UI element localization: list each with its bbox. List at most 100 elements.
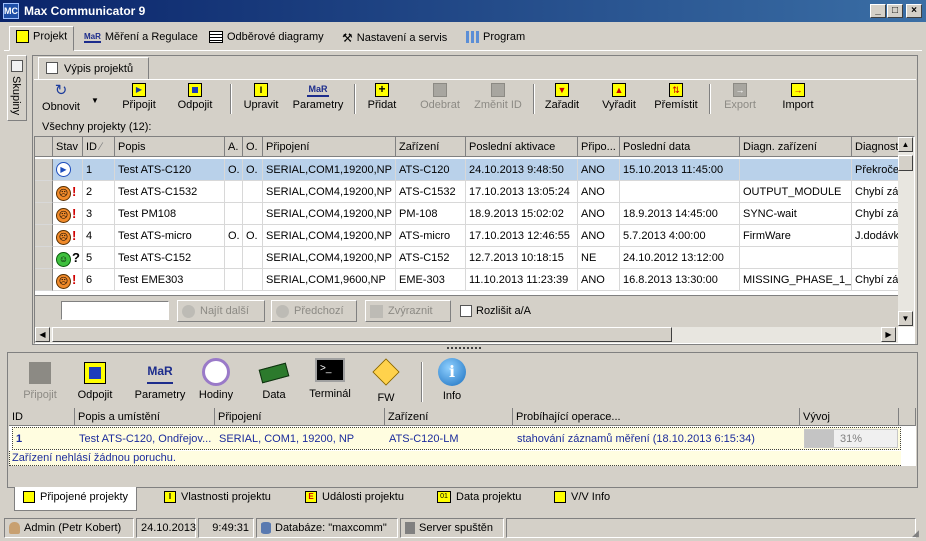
lower-connect-button[interactable]: Připojit	[18, 362, 62, 401]
column-header[interactable]: Probíhající operace...	[513, 408, 800, 426]
column-header[interactable]: Stav	[53, 137, 83, 157]
tab-program[interactable]: Program	[460, 28, 531, 50]
scroll-left-button[interactable]: ◀	[35, 327, 50, 342]
column-header[interactable]: Popis	[115, 137, 225, 157]
column-header[interactable]	[899, 408, 916, 426]
header-rowselector[interactable]	[35, 137, 53, 157]
column-header[interactable]: Diagn. zařízení	[740, 137, 852, 157]
export-button[interactable]: → Export	[720, 83, 760, 111]
cell-pripojeni: SERIAL,COM1,9600,NP	[263, 269, 396, 291]
scroll-up-button[interactable]: ▲	[898, 137, 913, 152]
column-header[interactable]: Připo...	[578, 137, 620, 157]
tab-label: Vlastnosti projektu	[181, 491, 271, 503]
tab-vlastnosti-projektu[interactable]: I Vlastnosti projektu	[156, 487, 279, 509]
scroll-down-button[interactable]: ▼	[898, 311, 913, 326]
column-header[interactable]: Zařízení	[396, 137, 466, 157]
unassign-button[interactable]: ▲ Vyřadit	[598, 83, 640, 111]
tab-label: V/V Info	[571, 491, 611, 503]
lower-parameters-button[interactable]: MaR Parametry	[132, 362, 188, 401]
parameters-button[interactable]: MaR Parametry	[290, 83, 346, 111]
assign-button[interactable]: ▼ Zařadit	[541, 83, 583, 111]
find-next-button[interactable]: Najít další	[177, 300, 265, 322]
column-header[interactable]: A.	[225, 137, 243, 157]
tab-vv-info[interactable]: V/V Info	[546, 487, 618, 509]
progress-text: 31%	[840, 433, 863, 445]
close-button[interactable]: ×	[906, 4, 922, 18]
cell-o	[243, 247, 263, 269]
tab-mereni[interactable]: MaR Měření a Regulace	[78, 28, 204, 50]
tab-nastaveni[interactable]: ⚒ Nastavení a servis	[336, 28, 453, 50]
projects-table[interactable]: Stav ID ∕ Popis A. O. Připojení Zařízení Posled…	[34, 136, 915, 344]
maximize-button[interactable]: □	[887, 4, 903, 18]
clock-button[interactable]: Hodiny	[196, 358, 236, 401]
move-icon: ⇅	[669, 83, 683, 97]
exclamation-icon: !	[72, 228, 77, 243]
title-bar[interactable]: MC Max Communicator 9 _ □ ×	[0, 0, 926, 22]
tab-pripojene-projekty[interactable]: Připojené projekty	[14, 487, 138, 511]
connect-button[interactable]: ▶ Připojit	[116, 83, 162, 111]
button-label: Změnit ID	[474, 99, 522, 111]
case-checkbox[interactable]	[460, 305, 472, 317]
table-row[interactable]: 1 Test ATS-C120, Ondřejov... SERIAL, COM…	[12, 427, 901, 450]
tab-udalosti-projektu[interactable]: E Události projektu	[297, 487, 412, 509]
tab-odberove[interactable]: Odběrové diagramy	[203, 28, 330, 50]
column-header[interactable]: Diagnostika	[852, 137, 898, 157]
cell-data: 18.9.2013 14:45:00	[620, 203, 740, 225]
add-button[interactable]: + Přidat	[362, 83, 402, 111]
find-input[interactable]	[61, 301, 169, 320]
status-date: 24.10.2013	[136, 518, 196, 538]
column-header[interactable]: ID ∕	[83, 137, 115, 157]
terminal-button[interactable]: >_ Terminál	[307, 358, 353, 400]
tab-vypis-projektu[interactable]: Výpis projektů	[38, 57, 149, 79]
column-header[interactable]: Popis a umístění	[75, 408, 215, 426]
scroll-thumb[interactable]	[898, 155, 913, 171]
cell-o: O.	[243, 225, 263, 247]
cell-pripo: NE	[578, 247, 620, 269]
side-tab-skupiny[interactable]: Skupiny	[7, 55, 27, 121]
refresh-dropdown[interactable]: ▼	[90, 94, 100, 106]
data-button[interactable]: Data	[255, 362, 293, 401]
column-header[interactable]: Připojení	[263, 137, 396, 157]
projects-hscroll[interactable]: ◀ ▶	[35, 327, 898, 343]
column-header[interactable]: ID	[9, 408, 75, 426]
projects-vscroll[interactable]: ▲ ▼	[898, 137, 914, 327]
highlight-button[interactable]: Zvýraznit	[365, 300, 451, 322]
column-header[interactable]: Připojení	[215, 408, 385, 426]
edit-icon: I	[254, 83, 268, 97]
status-time: 9:49:31	[198, 518, 254, 538]
import-button[interactable]: → Import	[778, 83, 818, 111]
tab-data-projektu[interactable]: 01 Data projektu	[429, 487, 529, 509]
user-icon	[9, 522, 20, 535]
minimize-button[interactable]: _	[870, 4, 886, 18]
cell-data: 15.10.2013 11:45:00	[620, 159, 740, 181]
disconnect-button[interactable]: Odpojit	[172, 83, 218, 111]
firmware-button[interactable]: FW	[368, 358, 404, 404]
lower-disconnect-button[interactable]: Odpojit	[73, 362, 117, 401]
refresh-button[interactable]: ↻ Obnovit	[39, 82, 83, 114]
list-icon	[46, 62, 58, 74]
column-header[interactable]: Vývoj	[800, 408, 899, 426]
column-header[interactable]: Poslední data	[620, 137, 740, 157]
column-header[interactable]: Poslední aktivace	[466, 137, 578, 157]
cell-id: 1	[16, 433, 23, 445]
cell-pripojeni: SERIAL,COM4,19200,NP	[263, 181, 396, 203]
cell-id: 6	[83, 269, 115, 291]
move-button[interactable]: ⇅ Přemístit	[652, 83, 700, 111]
refresh-icon: ↻	[54, 82, 68, 99]
tab-label: Data projektu	[456, 491, 522, 503]
resize-grip[interactable]: ◢	[912, 528, 919, 539]
splitter-grip[interactable]	[447, 347, 481, 350]
edit-button[interactable]: I Upravit	[238, 83, 284, 111]
connections-table[interactable]: ID Popis a umístění Připojení Zařízení Probí…	[9, 408, 916, 466]
hscroll-thumb[interactable]	[52, 327, 672, 342]
info-button[interactable]: i Info	[432, 358, 472, 402]
server-icon	[405, 522, 415, 535]
scroll-right-button[interactable]: ▶	[881, 327, 896, 342]
remove-button[interactable]: Odebrat	[416, 83, 464, 111]
tab-projekt[interactable]: Projekt	[9, 26, 75, 51]
column-header[interactable]: Zařízení	[385, 408, 513, 426]
find-prev-button[interactable]: Předchozí	[271, 300, 357, 322]
column-header[interactable]: O.	[243, 137, 263, 157]
play-status-icon: ▶	[56, 162, 71, 177]
change-id-button[interactable]: Změnit ID	[470, 83, 526, 111]
